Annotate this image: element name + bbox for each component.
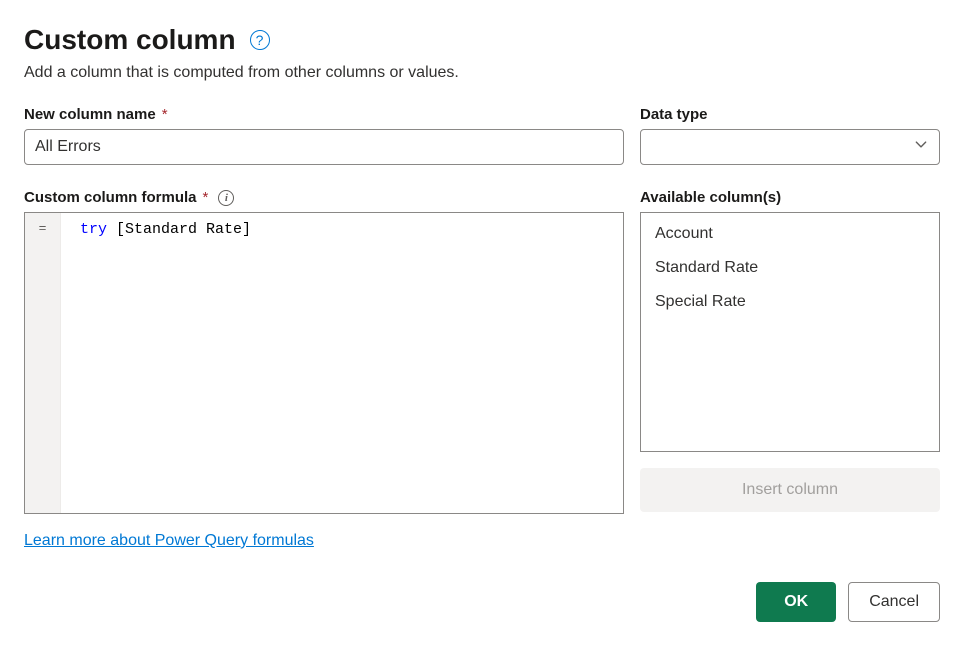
ok-button[interactable]: OK: [756, 582, 836, 622]
new-column-name-label: New column name *: [24, 106, 624, 123]
data-type-label-text: Data type: [640, 106, 708, 123]
equals-sign: =: [39, 221, 47, 236]
formula-gutter: =: [25, 213, 61, 513]
available-columns-list[interactable]: Account Standard Rate Special Rate: [640, 212, 940, 452]
insert-column-button[interactable]: Insert column: [640, 468, 940, 512]
available-columns-label: Available column(s): [640, 189, 940, 206]
list-item[interactable]: Account: [641, 217, 939, 251]
list-item[interactable]: Standard Rate: [641, 251, 939, 285]
cancel-button[interactable]: Cancel: [848, 582, 940, 622]
formula-label-text: Custom column formula: [24, 189, 197, 206]
available-columns-label-text: Available column(s): [640, 189, 781, 206]
list-item[interactable]: Special Rate: [641, 285, 939, 319]
keyword-try: try: [80, 221, 107, 238]
learn-more-link[interactable]: Learn more about Power Query formulas: [24, 532, 314, 550]
help-icon[interactable]: ?: [250, 30, 270, 50]
data-type-label: Data type: [640, 106, 940, 123]
data-type-select[interactable]: [640, 129, 940, 165]
formula-expression: [Standard Rate]: [107, 221, 251, 238]
required-asterisk: *: [203, 189, 209, 206]
formula-code-area[interactable]: try [Standard Rate]: [61, 213, 623, 513]
new-column-name-input[interactable]: [24, 129, 624, 165]
dialog-subtitle: Add a column that is computed from other…: [24, 64, 940, 82]
formula-label: Custom column formula * i: [24, 189, 624, 206]
required-asterisk: *: [162, 106, 168, 123]
info-icon[interactable]: i: [218, 190, 234, 206]
new-column-name-label-text: New column name: [24, 106, 156, 123]
formula-editor[interactable]: = try [Standard Rate]: [24, 212, 624, 514]
dialog-title: Custom column: [24, 24, 236, 56]
